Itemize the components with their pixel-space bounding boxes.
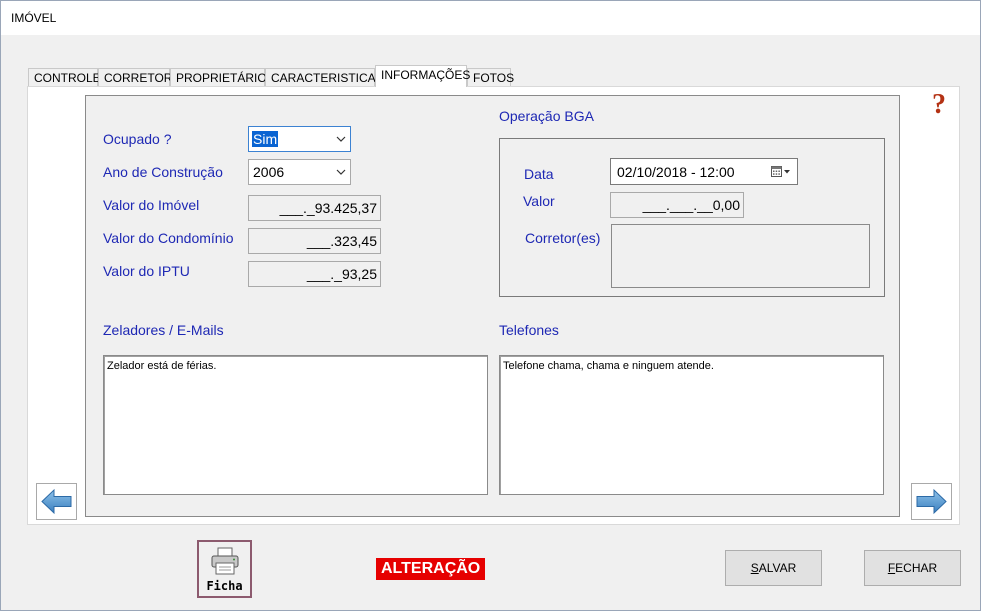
printer-icon bbox=[211, 547, 239, 575]
data-picker[interactable]: 02/10/2018 - 12:00 bbox=[610, 158, 798, 185]
calendar-icon[interactable] bbox=[771, 165, 791, 179]
ocupado-label: Ocupado ? bbox=[103, 131, 172, 147]
chevron-down-icon bbox=[336, 169, 346, 175]
ano-construcao-select[interactable]: 2006 bbox=[248, 159, 351, 185]
valor-imovel-label: Valor do Imóvel bbox=[103, 197, 200, 213]
ano-construcao-value: 2006 bbox=[253, 164, 285, 180]
ocupado-value: Sim bbox=[252, 131, 279, 147]
status-badge: ALTERAÇÃO bbox=[376, 558, 486, 580]
data-value: 02/10/2018 - 12:00 bbox=[617, 164, 735, 180]
valor-iptu-label: Valor do IPTU bbox=[103, 263, 190, 279]
arrow-left-icon bbox=[41, 488, 72, 515]
corretores-field[interactable] bbox=[611, 224, 870, 288]
tab-informacoes[interactable]: INFORMAÇÕES bbox=[375, 65, 470, 87]
close-label-rest: ECHAR bbox=[895, 561, 938, 575]
valor-operacao-field[interactable]: ___.___.__0,00 bbox=[610, 192, 744, 218]
tab-proprietario[interactable]: PROPRIETÁRIO bbox=[170, 68, 267, 87]
valor-imovel-field[interactable]: ___._93.425,37 bbox=[248, 195, 381, 221]
tab-corretor[interactable]: CORRETOR bbox=[98, 68, 172, 87]
close-button[interactable]: FECHAR bbox=[864, 550, 961, 586]
telefones-label: Telefones bbox=[499, 322, 559, 338]
zeladores-textarea[interactable]: Zelador está de férias. bbox=[103, 355, 488, 495]
window: IMÓVEL CONTROLE CORRETOR PROPRIETÁRIO CA… bbox=[0, 0, 981, 611]
save-label-rest: ALVAR bbox=[758, 561, 797, 575]
previous-button[interactable] bbox=[36, 483, 77, 520]
tab-controle[interactable]: CONTROLE bbox=[28, 68, 101, 87]
save-button[interactable]: SALVAR bbox=[725, 550, 822, 586]
tab-fotos[interactable]: FOTOS bbox=[467, 68, 514, 87]
corretores-label: Corretor(es) bbox=[525, 230, 601, 246]
ano-construcao-label: Ano de Construção bbox=[103, 164, 223, 180]
ficha-label: Ficha bbox=[206, 579, 243, 593]
zeladores-label: Zeladores / E-Mails bbox=[103, 322, 224, 338]
window-title: IMÓVEL bbox=[11, 11, 57, 25]
help-icon[interactable]: ? bbox=[932, 89, 946, 121]
valor-operacao-label: Valor bbox=[523, 193, 555, 209]
arrow-right-icon bbox=[916, 488, 947, 515]
title-bar: IMÓVEL bbox=[1, 1, 980, 35]
save-mnemonic: S bbox=[750, 561, 759, 575]
valor-iptu-field[interactable]: ___._93,25 bbox=[248, 261, 381, 287]
next-button[interactable] bbox=[911, 483, 952, 520]
chevron-down-icon bbox=[336, 136, 346, 142]
valor-condominio-field[interactable]: ___.323,45 bbox=[248, 228, 381, 254]
telefones-textarea[interactable]: Telefone chama, chama e ninguem atende. bbox=[499, 355, 884, 495]
tab-caracteristicas[interactable]: CARACTERISTICAS bbox=[265, 68, 384, 87]
ficha-print-button[interactable]: Ficha bbox=[197, 540, 252, 598]
ocupado-select[interactable]: Sim bbox=[248, 126, 351, 152]
data-label: Data bbox=[524, 166, 554, 182]
operacao-bga-title: Operação BGA bbox=[499, 108, 594, 124]
valor-condominio-label: Valor do Condomínio bbox=[103, 230, 234, 246]
